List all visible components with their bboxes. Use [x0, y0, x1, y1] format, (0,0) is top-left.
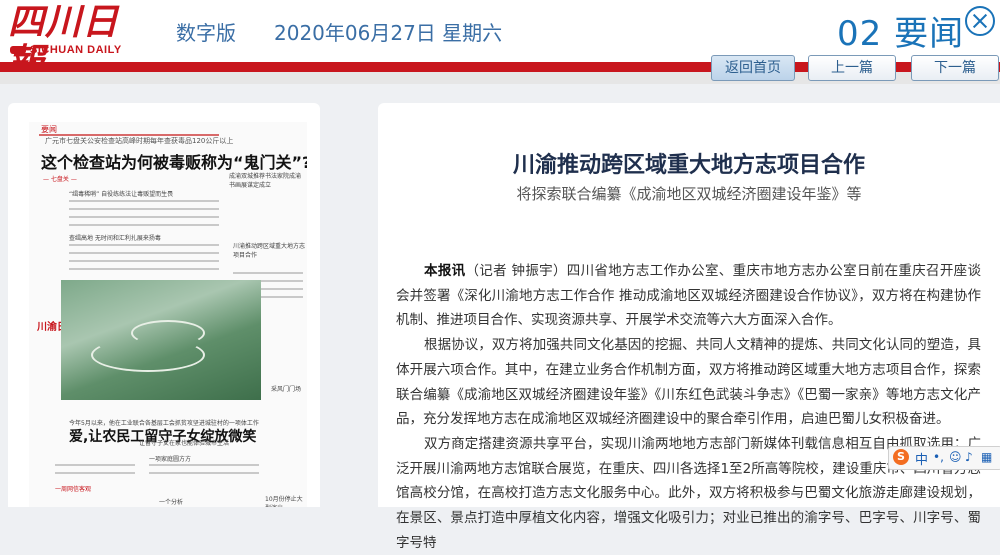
- thumb-section-label: 要闻: [41, 125, 57, 134]
- logo-english: SICHUAN DAILY: [10, 44, 122, 56]
- page-thumbnail-panel: 要闻 广元市七盘关公安检查站高峰时期每年查获毒品120公斤以上 这个检查站为何被…: [8, 103, 320, 507]
- issue-date: 2020年06月27日 星期六: [274, 21, 503, 45]
- thumb-subhead-6: 一个分析: [159, 499, 184, 506]
- thumb-text-line: [69, 224, 219, 226]
- sichuan-daily-logo[interactable]: 四川日報 SICHUAN DAILY: [8, 2, 140, 82]
- article-title: 川渝推动跨区域重大地方志项目合作: [512, 153, 865, 178]
- article-paragraph: 本报讯（记者 钟振宇）四川省地方志工作办公室、重庆市地方志办公室日前在重庆召开座…: [396, 259, 981, 333]
- thumb-side-note: 采风门门场: [271, 386, 302, 393]
- logo-mark-icon: [10, 46, 26, 55]
- back-home-button[interactable]: 返回首页: [711, 55, 795, 81]
- thumb-side-note-2: 10月份停止大型演出: [265, 496, 303, 507]
- thumb-text-line: [69, 268, 219, 270]
- thumb-landscape-photo: [61, 280, 261, 400]
- emoji-icon[interactable]: ☺: [949, 450, 962, 464]
- sogou-logo-icon[interactable]: S: [893, 449, 909, 465]
- thumb-text-line: [55, 472, 135, 474]
- newspaper-page-thumbnail[interactable]: 要闻 广元市七盘关公安检查站高峰时期每年查获毒品120公斤以上 这个检查站为何被…: [29, 122, 307, 507]
- article-paragraph: 根据协议，双方将加强共同文化基因的挖掘、共同人文精神的提炼、共同文化认同的塑造，…: [396, 337, 981, 428]
- thumb-subhead-1: “缉毒稀哨” 自役练练法让毒贩望而生畏: [69, 191, 174, 198]
- thumb-text-line: [149, 472, 259, 474]
- thumb-subhead-5: 一周网信客观: [55, 486, 92, 493]
- edition-label: 数字版: [176, 21, 236, 45]
- thumb-side-story-2[interactable]: 川渝推动跨区域重大地方志项目合作: [233, 242, 305, 260]
- punctuation-icon[interactable]: •,: [933, 450, 944, 464]
- thumb-subhead-3: 让留守子女在家也能体验城市生活: [139, 440, 230, 447]
- section-title: 02 要闻: [837, 14, 965, 54]
- input-mode-toggle[interactable]: 中: [915, 449, 928, 468]
- article-paragraph-text: （记者 钟振宇）四川省地方志工作办公室、重庆市地方志办公室日前在重庆召开座谈会并…: [396, 263, 981, 329]
- next-article-button[interactable]: 下一篇: [911, 55, 999, 81]
- microphone-icon[interactable]: ♪: [965, 450, 973, 464]
- logo-english-text: SICHUAN DAILY: [30, 44, 122, 56]
- article-body: 本报讯（记者 钟振宇）四川省地方志工作办公室、重庆市地方志办公室日前在重庆召开座…: [396, 259, 981, 555]
- thumb-text-line: [149, 464, 259, 466]
- thumb-text-line: [69, 216, 219, 218]
- input-method-toolbar[interactable]: S 中 •, ☺ ♪ ▦: [888, 446, 1000, 470]
- thumb-text-line: [69, 244, 219, 246]
- previous-article-button[interactable]: 上一篇: [808, 55, 896, 81]
- thumb-text-line: [69, 208, 219, 210]
- close-icon[interactable]: [965, 6, 995, 36]
- photo-road-curve: [131, 320, 205, 346]
- thumb-kicker: 广元市七盘关公安检查站高峰时期每年查获毒品120公斤以上: [45, 137, 234, 145]
- thumb-text-line: [69, 200, 219, 202]
- thumb-headline[interactable]: 这个检查站为何被毒贩称为“鬼门关”?: [41, 149, 307, 173]
- site-header: 四川日報 SICHUAN DAILY 数字版 2020年06月27日 星期六 0…: [0, 0, 1000, 82]
- thumb-text-line: [69, 252, 219, 254]
- thumb-subhead-2: 查缉高地 无时间和汇利扎展来扬毒: [69, 235, 161, 242]
- thumb-tag-1: — 七盘关 —: [43, 176, 77, 183]
- thumb-side-story-1[interactable]: 成渝双城推荐书法家院成渝书画展谋定成立: [229, 172, 305, 190]
- article-subtitle: 将探索联合编纂《成渝地区双城经济圈建设年鉴》等: [516, 185, 862, 203]
- thumb-text-line: [55, 464, 135, 466]
- thumb-text-line: [69, 260, 219, 262]
- article-lead: 本报讯: [424, 263, 466, 279]
- thumb-subhead-4: 一项家庭圆方方: [149, 456, 192, 463]
- thumb-text-line: [233, 272, 303, 274]
- keyboard-icon[interactable]: ▦: [981, 450, 992, 464]
